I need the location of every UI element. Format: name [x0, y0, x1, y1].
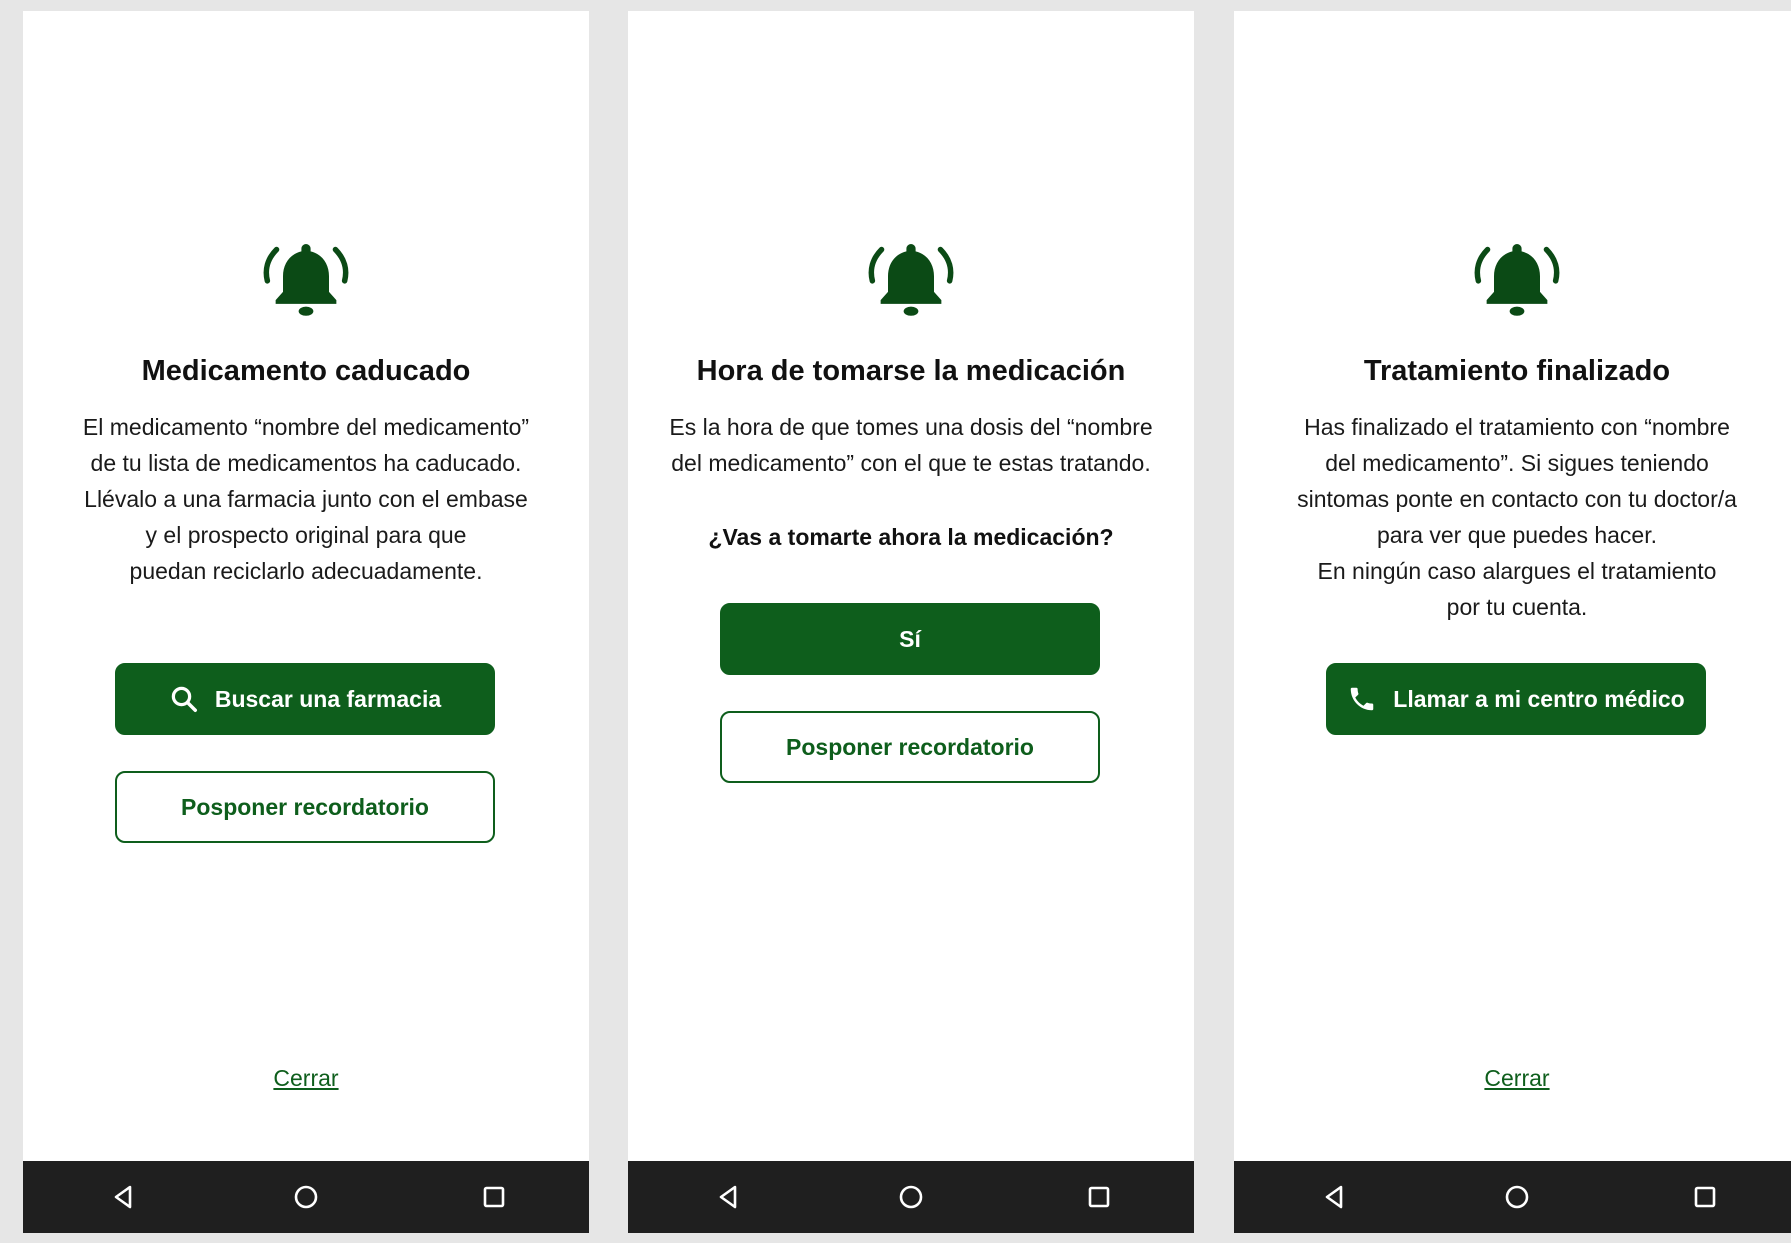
dialog-title: Tratamiento finalizado — [1363, 355, 1671, 387]
home-circle-icon[interactable] — [288, 1179, 324, 1215]
home-circle-icon[interactable] — [893, 1179, 929, 1215]
recents-square-icon[interactable] — [476, 1179, 512, 1215]
phone-icon — [1347, 684, 1377, 714]
close-link[interactable]: Cerrar — [23, 1065, 589, 1092]
postpone-reminder-button[interactable]: Posponer recordatorio — [115, 771, 495, 843]
android-nav-bar — [1234, 1161, 1791, 1233]
call-medical-center-button[interactable]: Llamar a mi centro médico — [1326, 663, 1706, 735]
message-line: El medicamento “nombre del medicamento” — [82, 414, 530, 440]
message-line: Llévalo a una farmacia junto con el emba… — [84, 486, 528, 512]
yes-button-label: Sí — [899, 625, 921, 652]
back-triangle-icon[interactable] — [105, 1179, 141, 1215]
message-line: y el prospecto original para que — [145, 522, 467, 548]
screen-hora-medicacion: Hora de tomarse la medicación Es la hora… — [628, 11, 1194, 1233]
close-link-label[interactable]: Cerrar — [273, 1065, 338, 1091]
search-icon — [169, 684, 199, 714]
home-circle-icon[interactable] — [1499, 1179, 1535, 1215]
message-line: puedan reciclarlo adecuadamente. — [129, 558, 483, 584]
dialog-message: Has finalizado el tratamiento con “nombr… — [1264, 409, 1770, 625]
message-line: En ningún caso alargues el tratamiento — [1317, 558, 1717, 584]
bell-ringing-icon — [1474, 244, 1560, 316]
recents-square-icon[interactable] — [1081, 1179, 1117, 1215]
postpone-reminder-label: Posponer recordatorio — [786, 733, 1034, 760]
back-triangle-icon[interactable] — [710, 1179, 746, 1215]
dialog-title: Medicamento caducado — [141, 355, 471, 387]
screen-tratamiento-finalizado: Tratamiento finalizado Has finalizado el… — [1234, 11, 1791, 1233]
message-line: del medicamento” con el que te estas tra… — [671, 450, 1151, 476]
postpone-reminder-label: Posponer recordatorio — [181, 793, 429, 820]
bell-ringing-icon — [263, 244, 349, 316]
close-link-label[interactable]: Cerrar — [1484, 1065, 1549, 1091]
dialog-title: Hora de tomarse la medicación — [696, 355, 1126, 387]
yes-button[interactable]: Sí — [720, 603, 1100, 675]
screen-medicamento-caducado: Medicamento caducado El medicamento “nom… — [23, 11, 589, 1233]
android-nav-bar — [23, 1161, 589, 1233]
confirmation-question: ¿Vas a tomarte ahora la medicación? — [708, 524, 1114, 550]
message-line: Es la hora de que tomes una dosis del “n… — [669, 414, 1153, 440]
find-pharmacy-label: Buscar una farmacia — [214, 685, 442, 712]
message-line: de tu lista de medicamentos ha caducado. — [90, 450, 522, 476]
close-link[interactable]: Cerrar — [1234, 1065, 1791, 1092]
message-line: sintomas ponte en contacto con tu doctor… — [1297, 486, 1737, 512]
call-medical-center-label: Llamar a mi centro médico — [1393, 685, 1685, 712]
dialog-message: El medicamento “nombre del medicamento” … — [53, 409, 559, 589]
back-triangle-icon[interactable] — [1316, 1179, 1352, 1215]
recents-square-icon[interactable] — [1687, 1179, 1723, 1215]
postpone-reminder-button[interactable]: Posponer recordatorio — [720, 711, 1100, 783]
bell-ringing-icon — [868, 244, 954, 316]
message-line: para ver que puedes hacer. — [1376, 522, 1658, 548]
android-nav-bar — [628, 1161, 1194, 1233]
find-pharmacy-button[interactable]: Buscar una farmacia — [115, 663, 495, 735]
message-line: Has finalizado el tratamiento con “nombr… — [1304, 414, 1730, 440]
dialog-message: Es la hora de que tomes una dosis del “n… — [658, 409, 1164, 481]
message-line: por tu cuenta. — [1446, 594, 1588, 620]
message-line: del medicamento”. Si sigues teniendo — [1325, 450, 1709, 476]
